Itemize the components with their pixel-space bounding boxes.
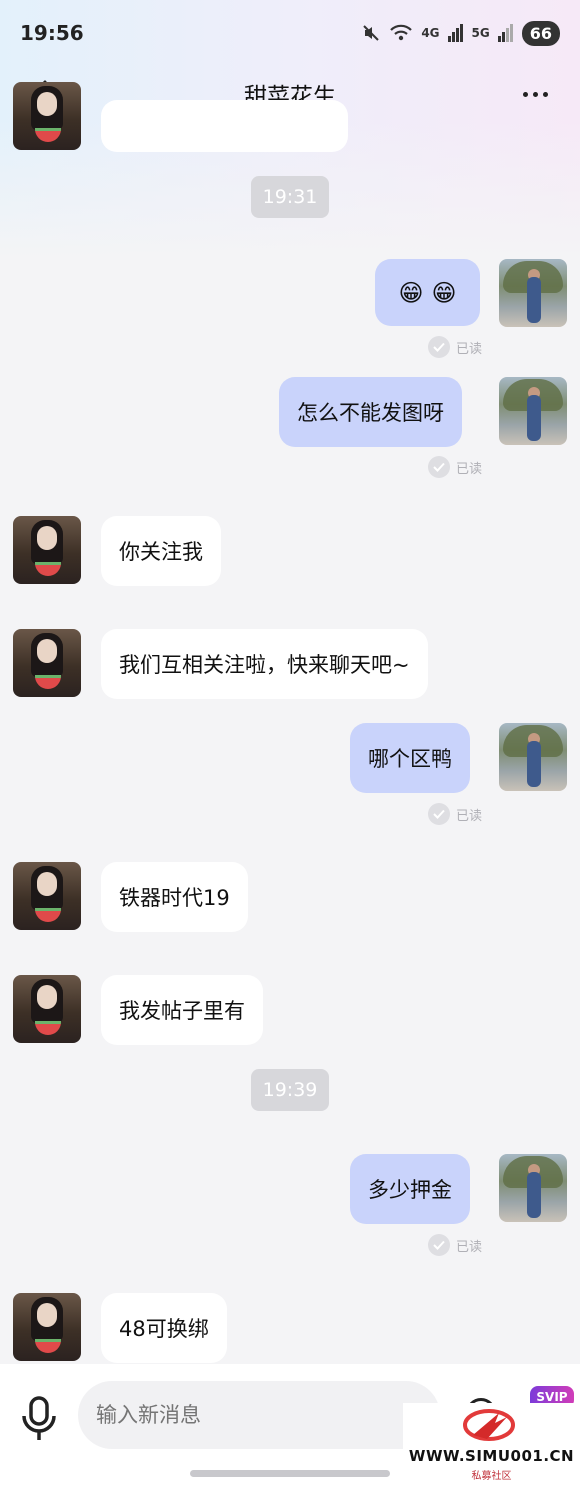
message-bubble-self: 😁 😁	[375, 259, 480, 326]
network-label-5g: 5G	[471, 26, 490, 40]
contact-avatar[interactable]	[13, 1293, 81, 1361]
header-overlay	[0, 66, 580, 122]
self-avatar[interactable]	[499, 377, 567, 445]
watermark-subtitle: 私募社区	[471, 1471, 512, 1482]
status-bar: 19:56 4G 5G 66	[0, 0, 580, 66]
message-bubble-other: 我发帖子里有	[101, 975, 263, 1045]
read-receipt: 已读	[428, 803, 482, 825]
timestamp-divider: 19:39	[251, 1069, 329, 1111]
signal-icon	[497, 24, 513, 42]
signal-icon	[447, 24, 463, 42]
check-circle-icon	[428, 803, 450, 825]
read-label: 已读	[456, 808, 483, 824]
read-label: 已读	[456, 341, 483, 357]
check-circle-icon	[428, 336, 450, 358]
watermark: WWW.SIMU001.CN 私募社区	[403, 1403, 580, 1486]
read-receipt: 已读	[428, 336, 482, 358]
contact-avatar[interactable]	[13, 629, 81, 697]
network-label-4g: 4G	[421, 26, 440, 40]
message-bubble-other: 我们互相关注啦，快来聊天吧~	[101, 629, 428, 699]
contact-avatar[interactable]	[13, 975, 81, 1043]
status-time: 19:56	[20, 21, 84, 45]
timestamp-divider: 19:31	[251, 176, 329, 218]
grin-emoji-icon: 😁	[398, 278, 424, 307]
watermark-logo-icon	[463, 1409, 515, 1441]
message-bubble-self: 怎么不能发图呀	[279, 377, 462, 447]
self-avatar[interactable]	[499, 1154, 567, 1222]
read-receipt: 已读	[428, 1234, 482, 1256]
wifi-icon	[390, 24, 413, 41]
read-label: 已读	[456, 461, 483, 477]
message-bubble-self: 多少押金	[350, 1154, 470, 1224]
contact-avatar[interactable]	[13, 516, 81, 584]
message-bubble-other: 48可换绑	[101, 1293, 227, 1363]
message-bubble-self: 哪个区鸭	[350, 723, 470, 793]
home-indicator[interactable]	[190, 1470, 390, 1477]
check-circle-icon	[428, 1234, 450, 1256]
watermark-url: WWW.SIMU001.CN	[408, 1447, 575, 1465]
voice-input-button[interactable]	[20, 1396, 58, 1442]
mute-icon	[363, 25, 380, 41]
status-icons: 4G 5G 66	[361, 20, 560, 46]
self-avatar[interactable]	[499, 723, 567, 791]
self-avatar[interactable]	[499, 259, 567, 327]
battery-indicator: 66	[521, 20, 560, 46]
read-receipt: 已读	[428, 456, 482, 478]
message-bubble-other: 你关注我	[101, 516, 221, 586]
message-bubble-other: 铁器时代19	[101, 862, 248, 932]
microphone-icon	[22, 1396, 56, 1440]
read-label: 已读	[456, 1239, 483, 1255]
message-input[interactable]	[78, 1381, 440, 1449]
grin-emoji-icon: 😁	[431, 278, 457, 307]
contact-avatar[interactable]	[13, 862, 81, 930]
check-circle-icon	[428, 456, 450, 478]
